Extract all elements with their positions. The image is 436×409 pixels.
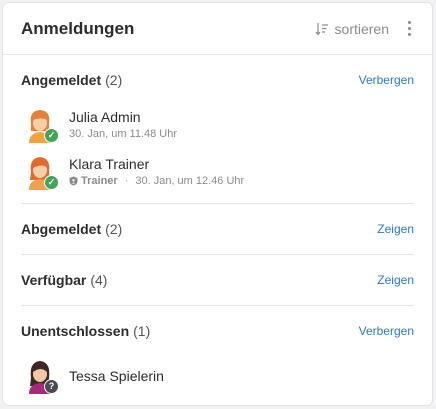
user-row[interactable]: ✓ Julia Admin 30. Jan, um 11.48 Uhr xyxy=(21,101,414,148)
user-name: Tessa Spielerin xyxy=(69,367,164,384)
section-title: Abgemeldet xyxy=(21,221,102,237)
section-count: (2) xyxy=(105,72,123,88)
section-header: Unentschlossen (1) Verbergen xyxy=(21,306,414,356)
registration-date: 30. Jan, um 11.48 Uhr xyxy=(69,128,178,140)
section-undecided: Unentschlossen (1) Verbergen ? Tessa Spi… xyxy=(21,305,414,399)
show-button[interactable]: Zeigen xyxy=(377,273,414,287)
sort-descending-icon xyxy=(315,22,329,36)
user-row[interactable]: ✓ Klara Trainer Trainer · 30. Jan, um 12… xyxy=(21,148,414,195)
user-name: Julia Admin xyxy=(69,109,141,125)
show-button[interactable]: Zeigen xyxy=(377,222,414,236)
section-header: Abgemeldet (2) Zeigen xyxy=(21,204,414,254)
section-header: Verfügbar (4) Zeigen xyxy=(21,255,414,305)
user-name: Klara Trainer xyxy=(69,156,150,172)
section-title: Verfügbar xyxy=(21,272,87,288)
avatar: ✓ xyxy=(25,107,59,143)
card-title: Anmeldungen xyxy=(21,18,135,38)
user-row[interactable]: ? Tessa Spielerin xyxy=(21,352,414,399)
role-label: Trainer xyxy=(81,175,118,187)
section-count: (4) xyxy=(90,272,108,288)
registration-date: 30. Jan, um 12.46 Uhr xyxy=(135,175,245,187)
sort-button[interactable]: sortieren xyxy=(315,21,389,37)
section-title: Angemeldet xyxy=(21,72,102,88)
question-icon: ? xyxy=(44,378,59,394)
section-title: Unentschlossen xyxy=(21,323,130,339)
role-tag: Trainer xyxy=(69,175,118,187)
user-meta: Trainer · 30. Jan, um 12.46 Uhr xyxy=(69,175,244,187)
avatar: ✓ xyxy=(25,154,59,190)
check-icon: ✓ xyxy=(44,174,59,190)
hide-button[interactable]: Verbergen xyxy=(359,324,414,338)
section-available: Verfügbar (4) Zeigen xyxy=(21,254,414,305)
registrations-card: Anmeldungen sortieren Angemeldet (2) Ver… xyxy=(2,2,433,406)
section-header: Angemeldet (2) Verbergen xyxy=(21,55,414,105)
hide-button[interactable]: Verbergen xyxy=(359,73,414,87)
section-count: (2) xyxy=(105,221,123,237)
section-registered: Angemeldet (2) Verbergen ✓ Julia Admin 3… xyxy=(21,55,414,195)
section-count: (1) xyxy=(133,323,151,339)
avatar: ? xyxy=(25,358,59,394)
card-header: Anmeldungen sortieren xyxy=(3,3,432,55)
user-info: Klara Trainer Trainer · 30. Jan, um 12.4… xyxy=(69,156,244,187)
check-icon: ✓ xyxy=(44,127,59,143)
user-meta: 30. Jan, um 11.48 Uhr xyxy=(69,128,177,140)
user-info: Julia Admin 30. Jan, um 11.48 Uhr xyxy=(69,109,177,140)
more-vertical-icon[interactable] xyxy=(405,19,414,38)
user-info: Tessa Spielerin xyxy=(69,368,164,384)
separator-dot: · xyxy=(124,175,129,187)
section-unregistered: Abgemeldet (2) Zeigen xyxy=(21,203,414,254)
shield-icon xyxy=(69,176,78,186)
sort-label: sortieren xyxy=(334,20,389,37)
